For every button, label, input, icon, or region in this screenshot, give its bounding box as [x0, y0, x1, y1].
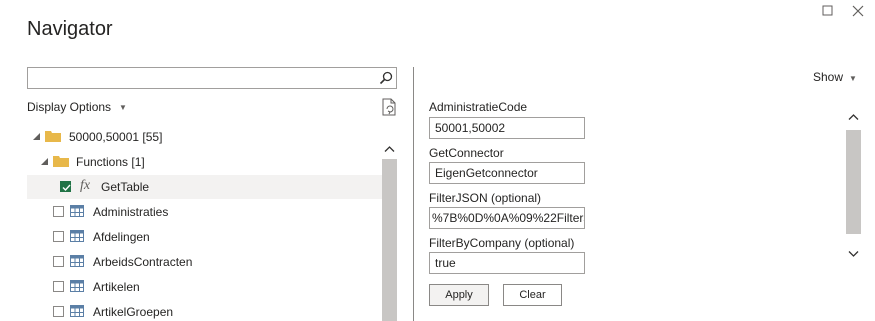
expand-icon[interactable] [33, 133, 40, 140]
navigator-tree: 50000,50001 [55] Functions [1] fx GetTab… [27, 125, 383, 321]
tree-item-label: GetTable [101, 180, 150, 194]
scrollbar-thumb[interactable] [382, 159, 397, 321]
tree-item-label: ArtikelGroepen [93, 305, 174, 319]
chevron-down-icon: ▼ [119, 103, 127, 113]
param-input-administratiecode[interactable]: 50001,50002 [429, 117, 585, 139]
table-icon [70, 255, 84, 267]
close-icon[interactable] [851, 4, 867, 20]
apply-button[interactable]: Apply [429, 284, 489, 306]
window-title: Navigator [27, 18, 113, 40]
checkbox[interactable] [53, 306, 64, 317]
function-icon: fx [80, 178, 91, 193]
params-scrollbar[interactable] [846, 98, 861, 266]
show-dropdown[interactable]: Show ▼ [813, 70, 857, 84]
tree-item-table[interactable]: Artikelen [27, 275, 383, 299]
param-label: FilterJSON (optional) [429, 191, 542, 205]
search-icon[interactable] [379, 71, 393, 85]
tree-scrollbar[interactable] [382, 138, 397, 321]
checkbox[interactable] [53, 256, 64, 267]
expand-icon[interactable] [41, 158, 48, 165]
param-input-getconnector[interactable]: EigenGetconnector [429, 162, 585, 184]
table-icon [70, 280, 84, 292]
pane-divider[interactable] [413, 67, 414, 321]
tree-item-table[interactable]: Afdelingen [27, 225, 383, 249]
chevron-down-icon: ▼ [849, 74, 857, 83]
tree-item-label: ArbeidsContracten [93, 255, 193, 269]
table-icon [70, 230, 84, 242]
maximize-icon[interactable] [821, 4, 837, 20]
show-label: Show [813, 70, 844, 84]
checkbox[interactable] [53, 206, 64, 217]
tree-item-label: Afdelingen [93, 230, 150, 244]
param-label: FilterByCompany (optional) [429, 236, 575, 250]
folder-icon [45, 130, 61, 142]
search-input[interactable] [27, 67, 397, 89]
param-label: GetConnector [429, 146, 504, 160]
chevron-down-icon[interactable] [848, 246, 859, 257]
checkbox[interactable] [53, 281, 64, 292]
tree-node-label: 50000,50001 [55] [69, 130, 163, 144]
table-icon [70, 205, 84, 217]
tree-node-root[interactable]: 50000,50001 [55] [27, 125, 383, 149]
chevron-up-icon[interactable] [848, 110, 859, 121]
clear-button[interactable]: Clear [503, 284, 562, 306]
tree-node-functions[interactable]: Functions [1] [27, 150, 383, 174]
tree-item-label: Administraties [93, 205, 169, 219]
chevron-up-icon[interactable] [384, 142, 395, 153]
param-label: AdministratieCode [429, 100, 528, 114]
folder-icon [53, 155, 69, 167]
param-input-filterjson[interactable]: %7B%0D%0A%09%22Filters% [429, 207, 585, 229]
table-icon [70, 305, 84, 317]
scrollbar-thumb[interactable] [846, 130, 861, 234]
display-options-dropdown[interactable]: Display Options ▼ [27, 100, 127, 114]
tree-item-table[interactable]: ArtikelGroepen [27, 300, 383, 321]
tree-item-gettable[interactable]: fx GetTable [27, 175, 383, 199]
param-input-filterbycompany[interactable]: true [429, 252, 585, 274]
tree-item-label: Artikelen [93, 280, 140, 294]
refresh-icon[interactable] [381, 98, 397, 116]
display-options-label: Display Options [27, 100, 112, 114]
checkbox[interactable] [60, 181, 71, 192]
checkbox[interactable] [53, 231, 64, 242]
tree-node-label: Functions [1] [76, 155, 145, 169]
tree-item-table[interactable]: ArbeidsContracten [27, 250, 383, 274]
tree-item-table[interactable]: Administraties [27, 200, 383, 224]
